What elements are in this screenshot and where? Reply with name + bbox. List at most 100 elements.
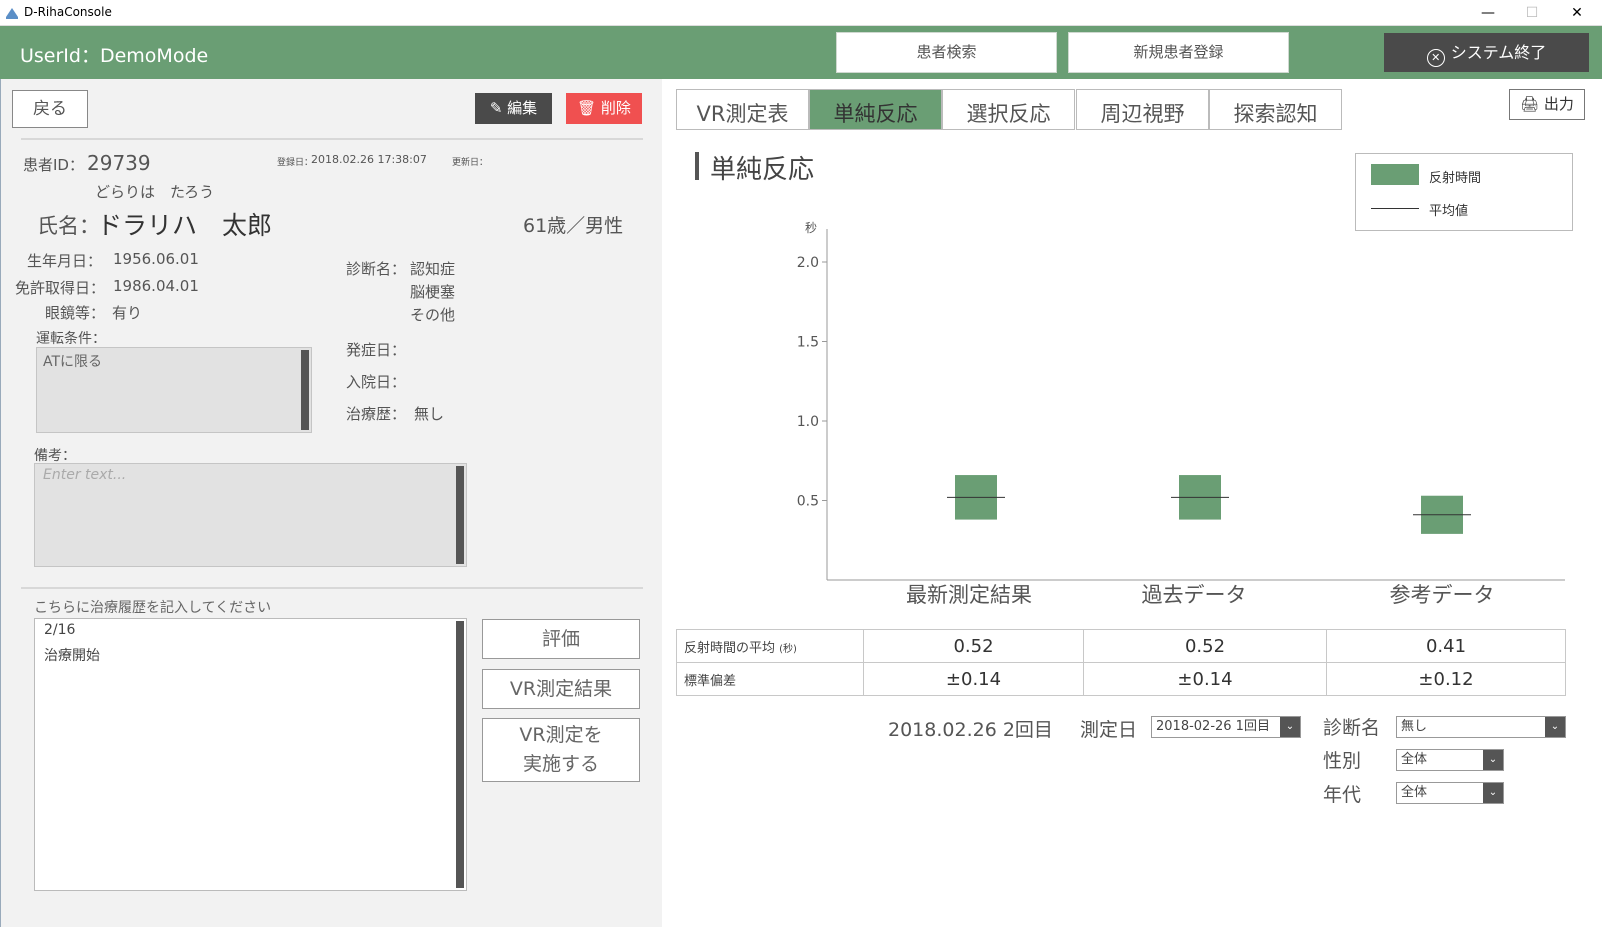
conditions-value: ATに限る <box>43 354 103 370</box>
system-exit-button[interactable]: ✕ システム終了 <box>1384 33 1589 72</box>
mean-latest: 0.52 <box>863 629 1084 663</box>
evaluate-button[interactable]: 評価 <box>482 619 640 659</box>
gender-select[interactable]: 全体 ⌄ <box>1396 749 1504 771</box>
age-gender: 61歳／男性 <box>523 215 624 237</box>
diagnosis-3: その他 <box>410 306 456 324</box>
new-patient-button[interactable]: 新規患者登録 <box>1068 32 1289 73</box>
notes-field[interactable]: Enter text... <box>34 463 467 567</box>
y-axis-label: 秒 <box>805 221 817 235</box>
back-button[interactable]: 戻る <box>12 90 88 128</box>
conditions-scrollbar[interactable] <box>301 350 309 430</box>
edit-icon: ✎ <box>489 99 503 117</box>
app-header: UserId：DemoMode 患者検索 新規患者登録 ✕ システム終了 <box>0 26 1602 79</box>
minimize-button[interactable]: — <box>1466 0 1510 26</box>
category-label-1: 最新測定結果 <box>906 583 1032 607</box>
category-label-3: 参考データ <box>1389 583 1495 607</box>
conditions-label: 運転条件： <box>36 331 106 347</box>
history-line-1: 2/16 <box>44 622 76 638</box>
run-vr-line1: VR測定を <box>519 724 603 746</box>
gender-select-value: 全体 <box>1401 752 1428 767</box>
chevron-down-icon: ⌄ <box>1483 750 1503 770</box>
sd-reference: ±0.12 <box>1326 662 1566 696</box>
diagnosis-label: 診断名： <box>346 260 407 278</box>
diagnosis-1: 認知症 <box>410 260 456 278</box>
date-select-value: 2018-02-26 1回目 <box>1156 719 1270 734</box>
treatment-value: 無し <box>414 405 445 423</box>
patient-search-button[interactable]: 患者検索 <box>836 32 1057 73</box>
reaction-time-chart: 秒 0.5 1.0 1.5 2.0 <box>797 221 1565 581</box>
updated-label: 更新日： <box>452 158 489 168</box>
patient-id: 29739 <box>87 151 151 175</box>
history-line-2: 治療開始 <box>44 648 100 664</box>
patient-name: ドラリハ 太郎 <box>97 211 273 240</box>
history-field[interactable]: 2/16 治療開始 <box>34 618 467 891</box>
birth-label: 生年月日： <box>27 252 103 270</box>
treatment-label: 治療歴： <box>346 405 407 423</box>
chevron-down-icon: ⌄ <box>1545 717 1565 737</box>
result-panel: VR測定表 単純反応 選択反応 周辺視野 探索認知 🖨 出力 単純反応 反射時間 平均値… <box>662 79 1602 927</box>
admission-label: 入院日： <box>346 373 407 391</box>
y-tick-label: 1.0 <box>797 414 819 430</box>
name-label: 氏名： <box>37 214 100 238</box>
close-button[interactable]: ✕ <box>1555 0 1599 26</box>
stats-table: 反射時間の平均 (秒) 0.52 0.52 0.41 標準偏差 ±0.14 ±0… <box>676 629 1566 696</box>
row-header-sd: 標準偏差 <box>676 662 864 696</box>
table-row: 反射時間の平均 (秒) 0.52 0.52 0.41 <box>676 629 1566 663</box>
notes-scrollbar[interactable] <box>456 466 464 564</box>
measure-info: 2018.02.26 2回目 <box>888 719 1053 741</box>
notes-placeholder: Enter text... <box>43 467 127 483</box>
app-icon <box>6 8 18 19</box>
notes-label: 備考： <box>34 448 76 464</box>
divider <box>21 138 643 140</box>
date-label: 測定日 <box>1080 719 1138 741</box>
registered-label: 登録日： <box>277 158 314 168</box>
license-label: 免許取得日： <box>15 279 106 297</box>
row-label-mean: 反射時間の平均 <box>684 640 776 656</box>
edit-button[interactable]: ✎ 編集 <box>475 93 552 124</box>
furigana: どらりは たろう <box>95 183 215 201</box>
title-bar: D-RihaConsole — ☐ ✕ <box>0 0 1602 26</box>
gender-label: 性別 <box>1323 750 1362 772</box>
vr-result-button[interactable]: VR測定結果 <box>482 669 640 709</box>
category-label-2: 過去データ <box>1141 583 1247 607</box>
delete-button[interactable]: 🗑 削除 <box>566 93 642 124</box>
birth-date: 1956.06.01 <box>113 250 199 268</box>
user-id-label: UserId：DemoMode <box>20 45 209 67</box>
date-select[interactable]: 2018-02-26 1回目 ⌄ <box>1151 716 1301 738</box>
age-select[interactable]: 全体 ⌄ <box>1396 782 1504 804</box>
row-header-mean: 反射時間の平均 (秒) <box>676 629 864 663</box>
license-date: 1986.04.01 <box>113 277 199 295</box>
table-row: 標準偏差 ±0.14 ±0.14 ±0.12 <box>676 662 1566 696</box>
delete-label: 削除 <box>600 99 631 117</box>
y-tick-label: 2.0 <box>797 255 819 271</box>
diagnosis-2: 脳梗塞 <box>410 283 456 301</box>
diag-select[interactable]: 無し ⌄ <box>1396 716 1566 738</box>
run-vr-line2: 実施する <box>522 753 599 775</box>
y-tick-label: 1.5 <box>797 335 819 351</box>
sd-latest: ±0.14 <box>863 662 1084 696</box>
registered-date: 2018.02.26 17:38:07 <box>311 153 427 166</box>
y-tick-label: 0.5 <box>797 494 819 510</box>
glasses-value: 有り <box>112 304 143 322</box>
patient-panel: 戻る ✎ 編集 🗑 削除 患者ID： 29739 登録日： 2018.02.26… <box>0 79 662 927</box>
glasses-label: 眼鏡等： <box>45 304 106 322</box>
history-label: こちらに治療履歴を記入してください <box>34 600 272 616</box>
chevron-down-icon: ⌄ <box>1280 717 1300 737</box>
divider <box>21 587 643 589</box>
maximize-button[interactable]: ☐ <box>1510 0 1554 26</box>
history-scrollbar[interactable] <box>456 621 464 888</box>
onset-label: 発症日： <box>346 341 407 359</box>
patient-id-label: 患者ID： <box>23 156 84 174</box>
conditions-field[interactable]: ATに限る <box>36 347 312 433</box>
mean-reference: 0.41 <box>1326 629 1566 663</box>
diag-select-value: 無し <box>1401 719 1428 734</box>
age-label: 年代 <box>1323 784 1362 806</box>
close-circle-icon: ✕ <box>1426 49 1445 67</box>
chevron-down-icon: ⌄ <box>1483 783 1503 803</box>
diag-label: 診断名 <box>1323 717 1381 739</box>
sd-past: ±0.14 <box>1083 662 1327 696</box>
age-select-value: 全体 <box>1401 785 1428 800</box>
run-vr-test-button[interactable]: VR測定を 実施する <box>482 718 640 782</box>
system-exit-label: システム終了 <box>1450 43 1547 62</box>
row-label-unit: (秒) <box>779 643 797 655</box>
